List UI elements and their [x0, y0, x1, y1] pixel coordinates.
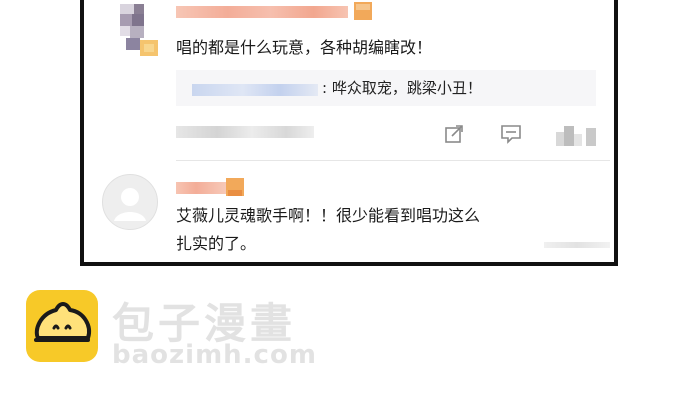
reply-box[interactable]: : 哗众取宠，跳梁小丑！: [176, 70, 596, 106]
baozi-logo: [26, 290, 98, 362]
comment-screenshot-frame: 唱的都是什么玩意，各种胡编瞎改！ : 哗众取宠，跳梁小丑！ 艾薇儿灵魂歌手啊！！…: [80, 0, 618, 266]
username-blurred[interactable]: [176, 6, 348, 18]
reply-text: : 哗众取宠，跳梁小丑！: [322, 79, 482, 97]
avatar[interactable]: [116, 4, 160, 58]
reply-username-blurred[interactable]: [192, 84, 318, 96]
default-avatar-icon[interactable]: [102, 174, 158, 230]
divider: [176, 160, 610, 161]
comment-text: 唱的都是什么玩意，各种胡编瞎改！: [176, 38, 433, 57]
username-blurred[interactable]: [176, 182, 226, 194]
share-icon[interactable]: [444, 124, 464, 144]
comment-icon[interactable]: [500, 124, 522, 144]
comment-text-line: 扎实的了。: [176, 234, 257, 253]
like-icon[interactable]: [556, 124, 600, 146]
comment-text-line: 艾薇儿灵魂歌手啊！！很少能看到唱功这么: [176, 206, 481, 225]
timestamp-blurred: [176, 126, 314, 138]
verified-badge-icon: [228, 190, 242, 196]
action-blurred: [544, 242, 610, 248]
watermark-url: baozimh.com: [112, 340, 317, 370]
verified-badge-icon: [356, 4, 370, 10]
